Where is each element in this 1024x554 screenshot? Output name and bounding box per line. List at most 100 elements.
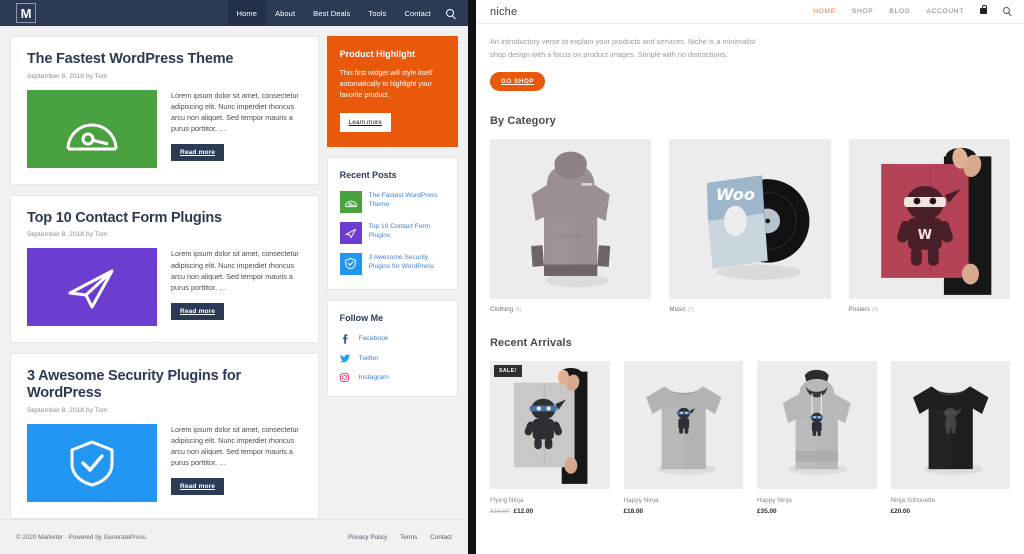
recent-post-link[interactable]: 3 Awesome Security Plugins for WordPress xyxy=(369,253,445,272)
product-name[interactable]: Happy Ninja xyxy=(624,497,744,504)
grey-tshirt-photo[interactable] xyxy=(623,361,743,490)
article-excerpt: Lorem ipsum dolor sit amet, consectetur … xyxy=(171,90,299,134)
left-site-header: M Home About Best Deals Tools Contact xyxy=(0,0,468,26)
twitter-icon xyxy=(339,354,350,363)
category-card[interactable]: Woo Music (7) xyxy=(669,139,831,314)
nav-item-shop[interactable]: SHOP xyxy=(852,8,874,15)
grey-hoodie-photo[interactable] xyxy=(757,361,877,490)
category-label: Posters xyxy=(848,306,871,314)
nav-item-contact[interactable]: Contact xyxy=(395,0,440,26)
search-toggle[interactable] xyxy=(440,0,468,26)
article-meta: September 8, 2018 by Tom xyxy=(27,406,108,414)
nav-item-about[interactable]: About xyxy=(266,0,304,26)
svg-text:Woo: Woo xyxy=(716,185,755,204)
social-link-twitter[interactable]: Twitter xyxy=(359,355,379,362)
article-excerpt: Lorem ipsum dolor sit amet, consectetur … xyxy=(171,249,299,292)
footer-navigation: Privacy Policy Terms Contact xyxy=(348,534,452,541)
ninja-poster-photo[interactable]: SALE! xyxy=(490,361,610,490)
product-price: £35.00 xyxy=(757,508,877,515)
product-name[interactable]: Happy Ninja xyxy=(757,497,877,504)
product-name[interactable]: Ninja Silhouette xyxy=(891,497,1011,504)
dual-site-preview: M Home About Best Deals Tools Contact Th… xyxy=(0,0,1024,554)
category-count: (6) xyxy=(515,307,522,314)
copyright-text: © 2020 Marketer · Powered by GeneratePre… xyxy=(16,533,146,541)
sidebar: Product Highlight This first widget will… xyxy=(326,36,458,519)
footer-link-terms[interactable]: Terms xyxy=(400,534,417,541)
category-grid: Clothing (6) Woo Music (7) W Posters (5) xyxy=(490,139,1010,313)
nav-item-best-deals[interactable]: Best Deals xyxy=(304,0,359,26)
product-card[interactable]: Ninja Silhouette £20.00 xyxy=(890,361,1011,515)
widget-title: Recent Posts xyxy=(339,169,397,180)
search-toggle[interactable] xyxy=(1003,7,1010,16)
widget-title: Product Highlight xyxy=(339,49,416,59)
product-card[interactable]: SALE! Flying Ninja £15.00 £12.00 xyxy=(490,361,610,515)
panel-divider xyxy=(468,0,476,554)
woo-vinyl-record-photo[interactable]: Woo xyxy=(669,139,831,300)
article-card[interactable]: Top 10 Contact Form Plugins September 8,… xyxy=(10,194,319,344)
product-price: £18.00 xyxy=(624,508,744,515)
grey-hoodie-photo[interactable] xyxy=(490,139,652,300)
nav-item-account[interactable]: ACCOUNT xyxy=(926,8,964,15)
read-more-button[interactable]: Read more xyxy=(171,478,224,496)
list-item[interactable]: Top 10 Contact Form Plugins xyxy=(339,221,445,244)
category-caption: Posters (5) xyxy=(849,306,1010,313)
list-item[interactable]: 3 Awesome Security Plugins for WordPress xyxy=(339,252,445,275)
article-thumbnail[interactable] xyxy=(27,423,157,502)
learn-more-button[interactable]: Learn more xyxy=(339,112,391,132)
recent-post-link[interactable]: Top 10 Contact Form Plugins xyxy=(369,222,445,241)
cart-button[interactable] xyxy=(980,5,987,16)
left-site-body: The Fastest WordPress Theme September 8,… xyxy=(0,26,468,519)
product-price: £20.00 xyxy=(891,508,1011,515)
article-title[interactable]: Top 10 Contact Form Plugins xyxy=(27,210,302,227)
go-shop-button[interactable]: GO SHOP xyxy=(490,72,546,92)
nav-item-home[interactable]: Home xyxy=(227,0,267,26)
article-card[interactable]: The Fastest WordPress Theme September 8,… xyxy=(10,36,319,185)
shopping-bag-icon xyxy=(980,5,987,14)
article-title[interactable]: The Fastest WordPress Theme xyxy=(27,51,302,68)
read-more-button[interactable]: Read more xyxy=(171,144,224,162)
product-card[interactable]: Happy Ninja £18.00 xyxy=(623,361,744,515)
product-current-price: £12.00 xyxy=(513,508,534,516)
social-link-facebook[interactable]: Facebook xyxy=(359,335,389,342)
category-count: (7) xyxy=(687,307,695,314)
product-current-price: £20.00 xyxy=(890,508,911,516)
article-thumbnail[interactable] xyxy=(27,248,157,327)
product-card[interactable]: Happy Ninja £35.00 xyxy=(757,361,877,515)
list-item[interactable]: Facebook xyxy=(340,333,445,344)
article-list: The Fastest WordPress Theme September 8,… xyxy=(10,36,319,519)
intro-text: An introductory verse to explain your pr… xyxy=(490,37,756,59)
site-brand[interactable]: niche xyxy=(490,6,517,18)
product-name[interactable]: Flying Ninja xyxy=(490,497,610,504)
footer-link-privacy-policy[interactable]: Privacy Policy xyxy=(348,534,387,541)
category-caption: Clothing (6) xyxy=(490,306,651,313)
right-site-header: niche HOME SHOP BLOG ACCOUNT xyxy=(476,0,1024,24)
article-title[interactable]: 3 Awesome Security Plugins for WordPress xyxy=(27,368,302,401)
list-item[interactable]: The Fastest WordPress Theme xyxy=(339,190,445,213)
black-tshirt-photo[interactable] xyxy=(890,361,1010,490)
category-card[interactable]: W Posters (5) xyxy=(848,139,1010,313)
read-more-button[interactable]: Read more xyxy=(171,302,224,320)
status-badge: SALE! xyxy=(494,365,522,378)
article-card[interactable]: 3 Awesome Security Plugins for WordPress… xyxy=(10,353,319,519)
speedometer-icon xyxy=(66,123,118,151)
nav-item-tools[interactable]: Tools xyxy=(359,0,395,26)
search-icon xyxy=(1003,7,1010,14)
widget-product-highlight: Product Highlight This first widget will… xyxy=(326,36,458,147)
category-card[interactable]: Clothing (6) xyxy=(490,139,652,313)
nav-item-home[interactable]: HOME xyxy=(813,8,836,15)
recent-post-link[interactable]: The Fastest WordPress Theme xyxy=(369,191,445,210)
left-site-panel: M Home About Best Deals Tools Contact Th… xyxy=(0,0,468,554)
article-thumbnail[interactable] xyxy=(27,89,157,168)
paper-plane-icon xyxy=(339,221,362,244)
widget-body: This first widget will style itself auto… xyxy=(339,70,433,100)
list-item[interactable]: Instagram xyxy=(340,372,445,382)
paper-plane-icon xyxy=(68,269,114,309)
list-item[interactable]: Twitter xyxy=(339,354,445,363)
footer-link-contact[interactable]: Contact xyxy=(430,534,452,541)
site-logo[interactable]: M xyxy=(16,3,36,23)
red-ninja-poster-photo[interactable]: W xyxy=(848,139,1010,300)
nav-item-blog[interactable]: BLOG xyxy=(889,8,910,15)
product-current-price: £35.00 xyxy=(757,508,777,516)
social-link-instagram[interactable]: Instagram xyxy=(359,374,389,381)
facebook-icon xyxy=(340,333,350,344)
